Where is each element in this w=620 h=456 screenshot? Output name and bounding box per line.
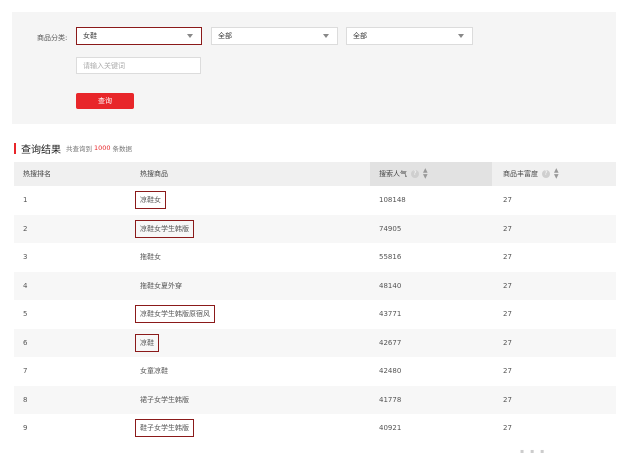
row-rank: 3 [23, 253, 28, 262]
row-product[interactable]: 鞋子女学生韩版 [135, 419, 194, 438]
row-popularity: 43771 [379, 310, 402, 319]
row-popularity: 40921 [379, 424, 402, 433]
row-rank: 2 [23, 224, 28, 233]
query-button[interactable]: 查询 [76, 93, 134, 109]
header-rank-label: 热搜排名 [23, 170, 51, 178]
row-rank: 4 [23, 281, 28, 290]
row-richness: 27 [503, 424, 512, 433]
row-popularity: 108148 [379, 196, 406, 205]
row-rank: 1 [23, 196, 28, 205]
table-row: 8 裙子女学生韩版 41778 27 [14, 385, 616, 414]
header-rank: 热搜排名 [23, 162, 51, 186]
row-product[interactable]: 拖鞋女夏外穿 [140, 281, 182, 291]
table-header: 热搜排名 热搜商品 搜索人气 ? ▲ ▼ 商品丰富度 ? ▲ ▼ [14, 162, 616, 186]
sort-icon[interactable]: ▲ ▼ [554, 168, 559, 180]
row-richness: 27 [503, 367, 512, 376]
row-product[interactable]: 女童凉鞋 [140, 366, 168, 376]
table-row: 7 女童凉鞋 42480 27 [14, 357, 616, 386]
header-richness[interactable]: 商品丰富度 ? ▲ ▼ [503, 162, 559, 186]
row-product[interactable]: 凉鞋女学生韩版 [135, 219, 194, 238]
row-product[interactable]: 凉鞋女学生韩版原宿风 [135, 305, 215, 324]
row-popularity: 42480 [379, 367, 402, 376]
row-richness: 27 [503, 338, 512, 347]
row-richness: 27 [503, 196, 512, 205]
category-select-2-value: 全部 [218, 32, 232, 40]
table-row: 4 拖鞋女夏外穿 48140 27 [14, 271, 616, 300]
row-popularity: 42677 [379, 338, 402, 347]
result-suffix: 条数据 [112, 145, 133, 153]
row-popularity: 48140 [379, 281, 402, 290]
table-row: 9 鞋子女学生韩版 40921 27 [14, 414, 616, 443]
pagination-fragment: ▪▪▪ [520, 448, 551, 455]
question-circle-icon[interactable]: ? [542, 170, 550, 178]
result-header: 查询结果 共查询到 1000 条数据 [14, 142, 133, 156]
row-richness: 27 [503, 253, 512, 262]
result-title: 查询结果 [21, 144, 61, 156]
table-row: 5 凉鞋女学生韩版原宿风 43771 27 [14, 300, 616, 329]
chevron-down-icon [458, 34, 464, 38]
row-richness: 27 [503, 224, 512, 233]
row-product[interactable]: 裙子女学生韩版 [140, 395, 189, 405]
header-popularity-label: 搜索人气 [379, 170, 407, 178]
table-row: 1 凉鞋女 108148 27 [14, 186, 616, 215]
category-select-1-value: 女鞋 [83, 32, 97, 40]
row-richness: 27 [503, 310, 512, 319]
row-rank: 5 [23, 310, 28, 319]
chevron-down-icon [187, 34, 193, 38]
result-prefix: 共查询到 [66, 145, 92, 153]
header-popularity[interactable]: 搜索人气 ? ▲ ▼ [379, 162, 428, 186]
question-circle-icon[interactable]: ? [411, 170, 419, 178]
result-accent-bar [14, 142, 16, 154]
row-rank: 7 [23, 367, 28, 376]
category-select-3-value: 全部 [353, 32, 367, 40]
category-label: 商品分类: [37, 34, 68, 42]
result-count: 1000 [94, 144, 111, 152]
row-product[interactable]: 凉鞋女 [135, 191, 166, 210]
category-select-1[interactable]: 女鞋 [76, 27, 202, 45]
row-richness: 27 [503, 395, 512, 404]
row-popularity: 55816 [379, 253, 402, 262]
keyword-input[interactable] [76, 57, 201, 74]
row-rank: 6 [23, 338, 28, 347]
row-product[interactable]: 拖鞋女 [140, 252, 161, 262]
header-product: 热搜商品 [140, 162, 168, 186]
chevron-down-icon [323, 34, 329, 38]
results-table: 热搜排名 热搜商品 搜索人气 ? ▲ ▼ 商品丰富度 ? ▲ ▼ 1 凉鞋女 108… [14, 162, 616, 443]
table-row: 6 凉鞋 42677 27 [14, 328, 616, 357]
category-select-2[interactable]: 全部 [211, 27, 338, 45]
category-select-3[interactable]: 全部 [346, 27, 473, 45]
row-rank: 9 [23, 424, 28, 433]
table-row: 2 凉鞋女学生韩版 74905 27 [14, 214, 616, 243]
row-product[interactable]: 凉鞋 [135, 333, 159, 352]
sort-icon[interactable]: ▲ ▼ [423, 168, 428, 180]
row-popularity: 74905 [379, 224, 402, 233]
row-popularity: 41778 [379, 395, 402, 404]
header-product-label: 热搜商品 [140, 170, 168, 178]
row-richness: 27 [503, 281, 512, 290]
table-row: 3 拖鞋女 55816 27 [14, 243, 616, 272]
row-rank: 8 [23, 395, 28, 404]
header-richness-label: 商品丰富度 [503, 170, 538, 178]
